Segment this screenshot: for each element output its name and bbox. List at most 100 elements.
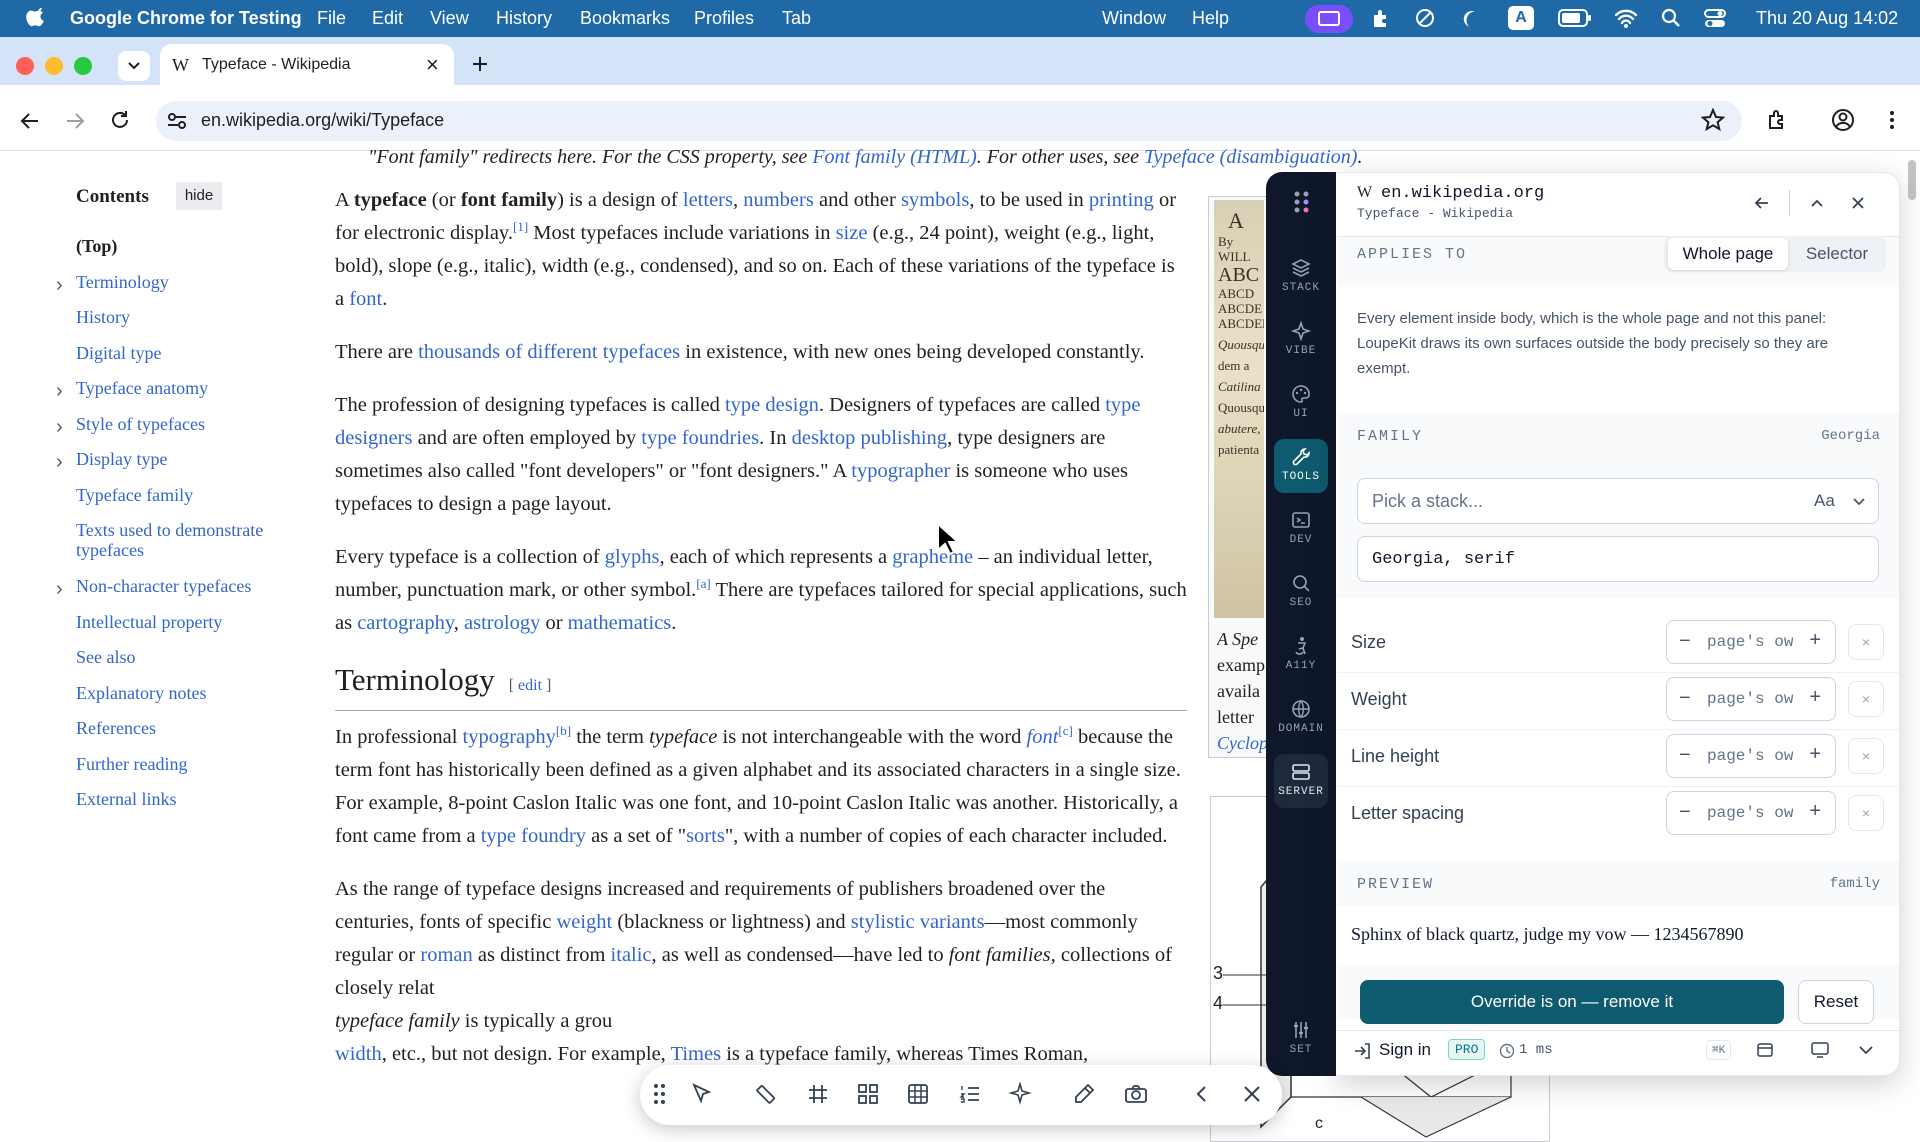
dock-icon[interactable]	[1810, 1041, 1830, 1059]
hatnote-link-disambiguation[interactable]: Typeface (disambiguation)	[1144, 146, 1357, 168]
numbered-list-icon[interactable]	[958, 1082, 982, 1106]
toc-item[interactable]: Typeface family	[76, 485, 296, 505]
menu-file[interactable]: File	[317, 8, 346, 29]
link-font-italic[interactable]: font	[1027, 726, 1059, 748]
link-typographer[interactable]: typographer	[851, 460, 950, 482]
menu-help[interactable]: Help	[1192, 8, 1229, 29]
toc-item[interactable]: History	[76, 307, 296, 327]
toc-item[interactable]: Texts used to demonstrate typefaces	[76, 520, 296, 560]
toc-item[interactable]: See also	[76, 647, 296, 667]
link-size[interactable]: size	[836, 222, 868, 244]
link-type-design[interactable]: type design	[725, 394, 819, 416]
control-center-icon[interactable]	[1704, 8, 1728, 30]
link-stylistic-variants[interactable]: stylistic variants	[851, 911, 985, 933]
citation-1[interactable]: [1]	[513, 219, 528, 234]
font-family-input[interactable]	[1357, 536, 1879, 582]
line-height-stepper[interactable]: − page's ow +	[1666, 734, 1836, 778]
toc-item[interactable]: External links	[76, 789, 296, 809]
new-tab-icon[interactable]	[470, 54, 490, 74]
decrement-button[interactable]: −	[1679, 744, 1691, 767]
forward-icon[interactable]	[63, 109, 87, 133]
note-c[interactable]: [c]	[1058, 723, 1072, 738]
collapse-left-icon[interactable]	[1190, 1082, 1214, 1106]
weight-clear-icon[interactable]: ×	[1848, 681, 1884, 717]
link-astrology[interactable]: astrology	[464, 612, 540, 634]
grid-hash-icon[interactable]	[806, 1082, 830, 1106]
toc-item[interactable]: Terminology	[76, 272, 296, 292]
clock[interactable]: Thu 20 Aug 14:02	[1756, 8, 1898, 29]
link-glyphs[interactable]: glyphs	[605, 546, 660, 568]
layout-grid-icon[interactable]	[856, 1082, 880, 1106]
reload-icon[interactable]	[108, 108, 132, 132]
applies-to-selector[interactable]: Selector	[1792, 238, 1882, 270]
stack-picker[interactable]: Pick a stack... Aa	[1357, 478, 1879, 524]
close-window-button[interactable]	[16, 57, 34, 75]
line-height-value[interactable]: page's ow	[1707, 747, 1793, 765]
toc-item[interactable]: Non-character typefaces	[76, 576, 296, 596]
rail-item-set[interactable]: SET	[1274, 1012, 1328, 1066]
link-type-foundry[interactable]: type foundry	[481, 825, 586, 847]
screen-mirroring-icon[interactable]	[1305, 5, 1353, 33]
link-type-foundries[interactable]: type foundries	[641, 427, 759, 449]
link-times[interactable]: Times	[671, 1043, 722, 1065]
link-thousands-of-typefaces[interactable]: thousands of different typefaces	[418, 341, 680, 363]
link-width[interactable]: width	[335, 1043, 382, 1065]
link-typography[interactable]: typography	[463, 726, 556, 748]
panel-back-icon[interactable]	[1752, 193, 1772, 213]
camera-icon[interactable]	[1124, 1082, 1148, 1106]
line-height-clear-icon[interactable]: ×	[1848, 738, 1884, 774]
increment-button[interactable]: +	[1809, 629, 1821, 652]
wifi-icon[interactable]	[1614, 7, 1638, 29]
weight-stepper[interactable]: − page's ow +	[1666, 677, 1836, 721]
toc-item[interactable]: Style of typefaces	[76, 414, 296, 434]
letter-spacing-clear-icon[interactable]: ×	[1848, 795, 1884, 831]
back-icon[interactable]	[18, 109, 42, 133]
sparkles-icon[interactable]	[1008, 1082, 1032, 1106]
app-name[interactable]: Google Chrome for Testing	[70, 8, 302, 29]
link-sorts[interactable]: sorts	[686, 825, 725, 847]
tab-close-icon[interactable]: ×	[426, 52, 439, 78]
size-clear-icon[interactable]: ×	[1848, 624, 1884, 660]
toc-expand-chevron-icon[interactable]: ›	[56, 451, 63, 474]
note-a[interactable]: [a]	[696, 576, 710, 591]
link-cartography[interactable]: cartography	[357, 612, 454, 634]
extension-icon[interactable]	[1370, 7, 1392, 29]
rail-item-ui[interactable]: UI	[1274, 376, 1328, 430]
input-source-icon[interactable]: A	[1508, 6, 1534, 30]
site-info-icon[interactable]	[166, 110, 188, 132]
weight-value[interactable]: page's ow	[1707, 690, 1793, 708]
rail-item-tools[interactable]: TOOLS	[1274, 439, 1328, 493]
decrement-button[interactable]: −	[1679, 687, 1691, 710]
profile-icon[interactable]	[1831, 108, 1855, 132]
select-pointer-icon[interactable]	[690, 1082, 714, 1106]
toc-item[interactable]: Digital type	[76, 343, 296, 363]
tab-typeface[interactable]: W Typeface - Wikipedia ×	[160, 44, 454, 88]
toc-item[interactable]: Typeface anatomy	[76, 378, 296, 398]
link-italic[interactable]: italic	[611, 944, 652, 966]
minimize-window-button[interactable]	[45, 57, 63, 75]
toc-expand-chevron-icon[interactable]: ›	[56, 380, 63, 403]
spotlight-icon[interactable]	[1660, 7, 1682, 29]
link-letters[interactable]: letters	[683, 189, 733, 211]
footer-chevron-down-icon[interactable]	[1858, 1043, 1874, 1057]
battery-icon[interactable]	[1558, 9, 1592, 27]
decrement-button[interactable]: −	[1679, 801, 1691, 824]
rail-item-vibe[interactable]: VIBE	[1274, 313, 1328, 367]
panel-close-icon[interactable]	[1848, 193, 1868, 213]
menu-tab[interactable]: Tab	[782, 8, 811, 29]
menu-edit[interactable]: Edit	[372, 8, 403, 29]
toc-item[interactable]: Explanatory notes	[76, 683, 296, 703]
rail-item-seo[interactable]: SEO	[1274, 565, 1328, 619]
edit-section-link[interactable]: edit	[518, 677, 542, 694]
size-value[interactable]: page's ow	[1707, 633, 1793, 651]
link-font[interactable]: font	[349, 288, 382, 310]
screenshot-icon[interactable]	[1756, 1041, 1774, 1059]
menu-profiles[interactable]: Profiles	[694, 8, 754, 29]
rail-item-dev[interactable]: DEV	[1274, 502, 1328, 556]
increment-button[interactable]: +	[1809, 743, 1821, 766]
increment-button[interactable]: +	[1809, 686, 1821, 709]
rail-item-a11y[interactable]: A11Y	[1274, 628, 1328, 682]
link-numbers[interactable]: numbers	[743, 189, 814, 211]
sign-in-icon[interactable]	[1353, 1042, 1371, 1060]
toc-hide-button[interactable]: hide	[176, 182, 222, 210]
